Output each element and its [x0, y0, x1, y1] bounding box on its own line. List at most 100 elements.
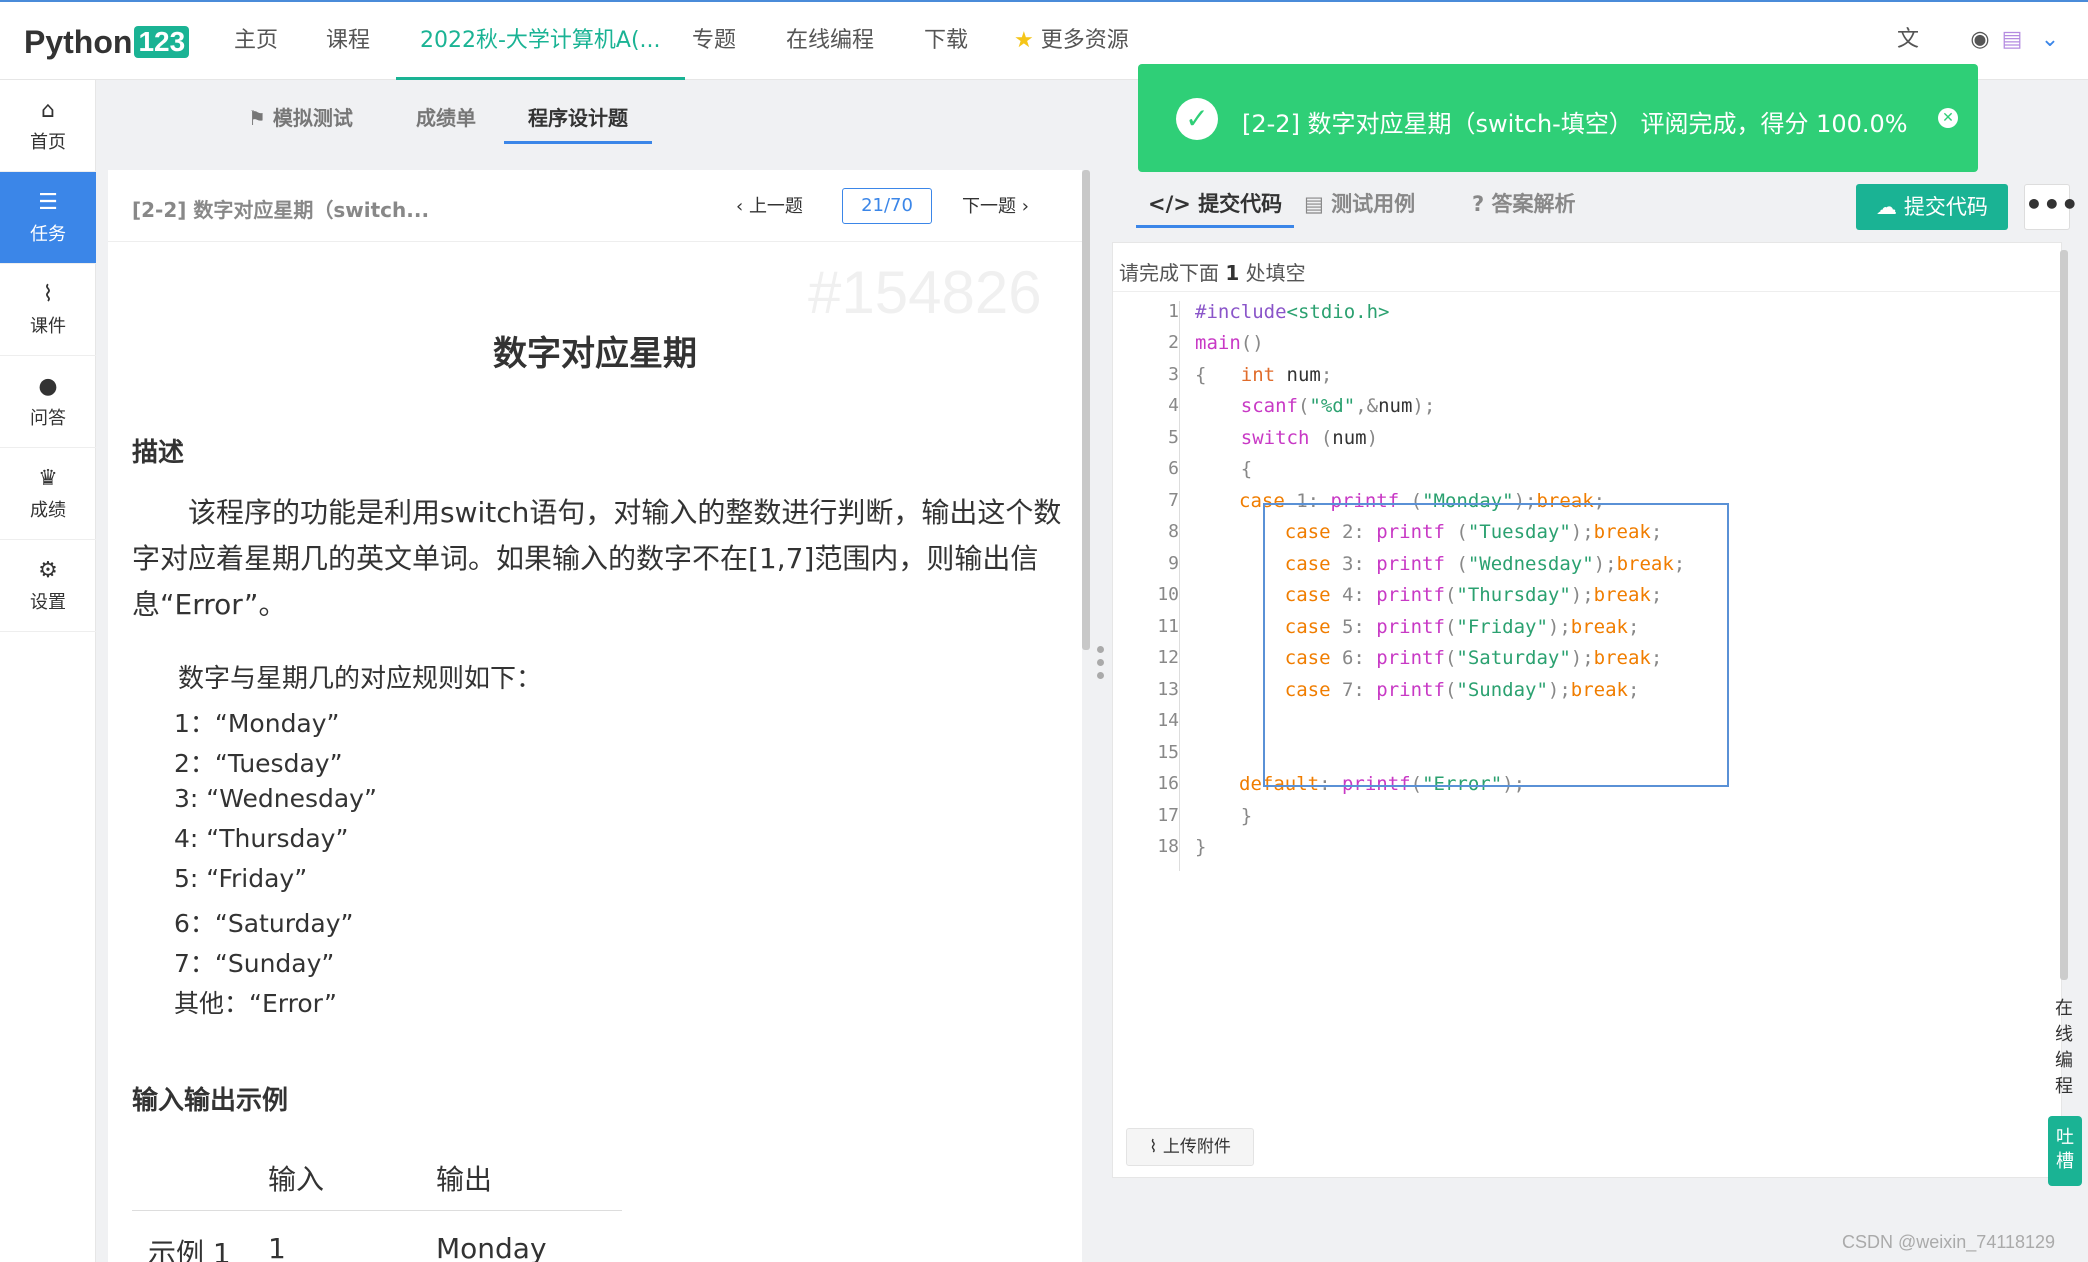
code-line: { [1195, 458, 1252, 480]
sidebar-item-qa[interactable]: ● 问答 [0, 356, 96, 448]
nav-courses[interactable]: 课程 [326, 2, 370, 80]
paperclip-icon: ⌇ [42, 282, 54, 307]
tab-test-cases[interactable]: ▤ 测试用例 [1304, 184, 1415, 228]
paperclip-icon: ⌇ [1149, 1137, 1158, 1157]
tab-mock-test[interactable]: ⚑ 模拟测试 [248, 100, 353, 144]
nav-home[interactable]: 主页 [234, 2, 278, 80]
next-problem-button[interactable]: 下一题 › [962, 192, 1029, 218]
code-token: ) [1366, 427, 1379, 449]
tasks-icon: ☰ [38, 190, 58, 215]
nav-download[interactable]: 下载 [924, 2, 968, 80]
tab-transcript[interactable]: 成绩单 [416, 100, 476, 144]
tab-submit-code[interactable]: </> 提交代码 [1136, 184, 1295, 228]
problem-title: 数字对应星期 [493, 334, 697, 374]
fill-blank-hint: 请完成下面 1 处填空 [1119, 257, 1306, 286]
code-token: { [1195, 364, 1241, 386]
list-icon: ▤ [1304, 192, 1324, 216]
rule-item: 5: “Friday” [174, 864, 308, 893]
submit-code-button[interactable]: ☁ 提交代码 [1856, 184, 2008, 230]
feedback-side-button[interactable]: 吐槽 [2048, 1116, 2082, 1186]
code-line: scanf("%d",&num); [1195, 395, 1436, 417]
close-icon[interactable]: ✕ [1938, 108, 1958, 128]
question-icon: ? [1472, 192, 1485, 216]
io-header-output: 输出 [436, 1163, 493, 1196]
more-options-button[interactable]: ••• [2024, 184, 2079, 230]
nav-topics[interactable]: 专题 [692, 2, 736, 80]
rule-item: 其他：“Error” [174, 989, 337, 1018]
translate-icon[interactable]: 文 [1892, 24, 1924, 56]
code-token: ( [1297, 395, 1310, 417]
sidebar-item-label: 课件 [30, 316, 66, 337]
io-table-divider [132, 1210, 622, 1211]
sidebar-item-settings[interactable]: ⚙ 设置 [0, 540, 96, 632]
rule-item: 3: “Wednesday” [174, 784, 377, 813]
submit-label: 提交代码 [1903, 195, 1988, 219]
code-line: } [1195, 805, 1252, 827]
problem-scrollbar[interactable] [1082, 170, 1090, 650]
chevron-down-icon[interactable]: ⌄ [2034, 24, 2066, 56]
fill-hint-pre: 请完成下面 [1119, 261, 1219, 285]
page-indicator[interactable]: 21/70 [842, 188, 932, 224]
code-token: main [1195, 332, 1241, 354]
editor-tabs: </> 提交代码 ▤ 测试用例 ? 答案解析 [1112, 170, 1608, 242]
tab-programming[interactable]: 程序设计题 [504, 100, 652, 144]
code-token: num [1332, 427, 1367, 449]
gear-icon: ⚙ [38, 558, 58, 583]
code-token: { [1195, 458, 1253, 480]
tab-label: 模拟测试 [272, 106, 353, 130]
sidebar-item-courseware[interactable]: ⌇ 课件 [0, 264, 96, 356]
csdn-watermark: CSDN @weixin_74118129 [1842, 1232, 2056, 1252]
tab-label: 答案解析 [1491, 192, 1576, 216]
home-icon: ⌂ [41, 98, 55, 123]
io-cell-input: 1 [268, 1232, 286, 1262]
rule-item: 4: “Thursday” [174, 824, 349, 853]
nav-online-coding[interactable]: 在线编程 [786, 2, 874, 80]
sidebar-item-grades[interactable]: ♛ 成绩 [0, 448, 96, 540]
tab-answer-analysis[interactable]: ? 答案解析 [1472, 184, 1576, 228]
code-token: scanf [1240, 395, 1298, 417]
success-toast: ✓ [2-2] 数字对应星期（switch-填空） 评阅完成，得分 100.0%… [1138, 64, 1978, 172]
rule-item: 2：“Tuesday” [174, 749, 343, 778]
problem-id-watermark: #154826 [808, 259, 1042, 326]
python123-logo[interactable]: Python 123 [24, 22, 190, 62]
rule-item: 6：“Saturday” [174, 909, 354, 938]
left-sidebar: ⌂ 首页 ☰ 任务 ⌇ 课件 ● 问答 ♛ 成绩 ⚙ 设置 [0, 80, 96, 1262]
panel-resize-handle[interactable] [1094, 640, 1106, 700]
code-line: #include<stdio.h> [1195, 301, 1389, 323]
upload-attachment-button[interactable]: ⌇ 上传附件 [1126, 1128, 1254, 1166]
flag-icon: ⚑ [248, 106, 266, 130]
prev-label: 上一题 [748, 196, 803, 217]
user-avatar-icon[interactable]: ◉ [1964, 24, 1996, 56]
problem-description: 该程序的功能是利用switch语句，对输入的整数进行判断，输出这个数字对应着星期… [132, 496, 1062, 621]
code-token: #include [1195, 301, 1287, 323]
star-icon: ★ [1014, 28, 1034, 53]
nav-more-resources-label: 更多资源 [1040, 28, 1129, 53]
code-token: num [1378, 395, 1413, 417]
sidebar-item-tasks[interactable]: ☰ 任务 [0, 172, 96, 264]
code-icon: </> [1148, 192, 1191, 216]
nav-current-course[interactable]: 2022秋-大学计算机A(... [396, 2, 685, 80]
chat-icon: ● [38, 374, 58, 399]
online-coding-side-link[interactable]: 在线编程 [2050, 996, 2078, 1100]
code-line: switch (num) [1195, 427, 1378, 449]
sidebar-item-home[interactable]: ⌂ 首页 [0, 80, 96, 172]
check-circle-icon: ✓ [1176, 98, 1218, 140]
nav-more-resources[interactable]: ★ 更多资源 [1014, 2, 1129, 80]
editor-divider [1113, 291, 2061, 292]
problem-header-title: [2-2] 数字对应星期（switch... [132, 198, 430, 222]
fill-in-blank-box[interactable] [1263, 503, 1729, 787]
sidebar-item-label: 成绩 [30, 500, 66, 521]
sidebar-item-label: 任务 [30, 224, 66, 245]
notes-icon[interactable]: ▤ [1996, 24, 2028, 56]
fill-hint-post: 处填空 [1245, 261, 1306, 285]
prev-problem-button[interactable]: ‹ 上一题 [736, 192, 803, 218]
io-example-heading: 输入输出示例 [132, 1086, 289, 1116]
cloud-upload-icon: ☁ [1876, 195, 1898, 219]
code-token: ,& [1355, 395, 1379, 417]
editor-scrollbar[interactable] [2060, 250, 2068, 980]
next-label: 下一题 [962, 196, 1016, 217]
code-token: int [1240, 364, 1276, 386]
rules-title: 数字与星期几的对应规则如下： [178, 664, 543, 694]
io-cell-example: 示例 1 [148, 1237, 231, 1262]
code-token: ); [1412, 395, 1436, 417]
